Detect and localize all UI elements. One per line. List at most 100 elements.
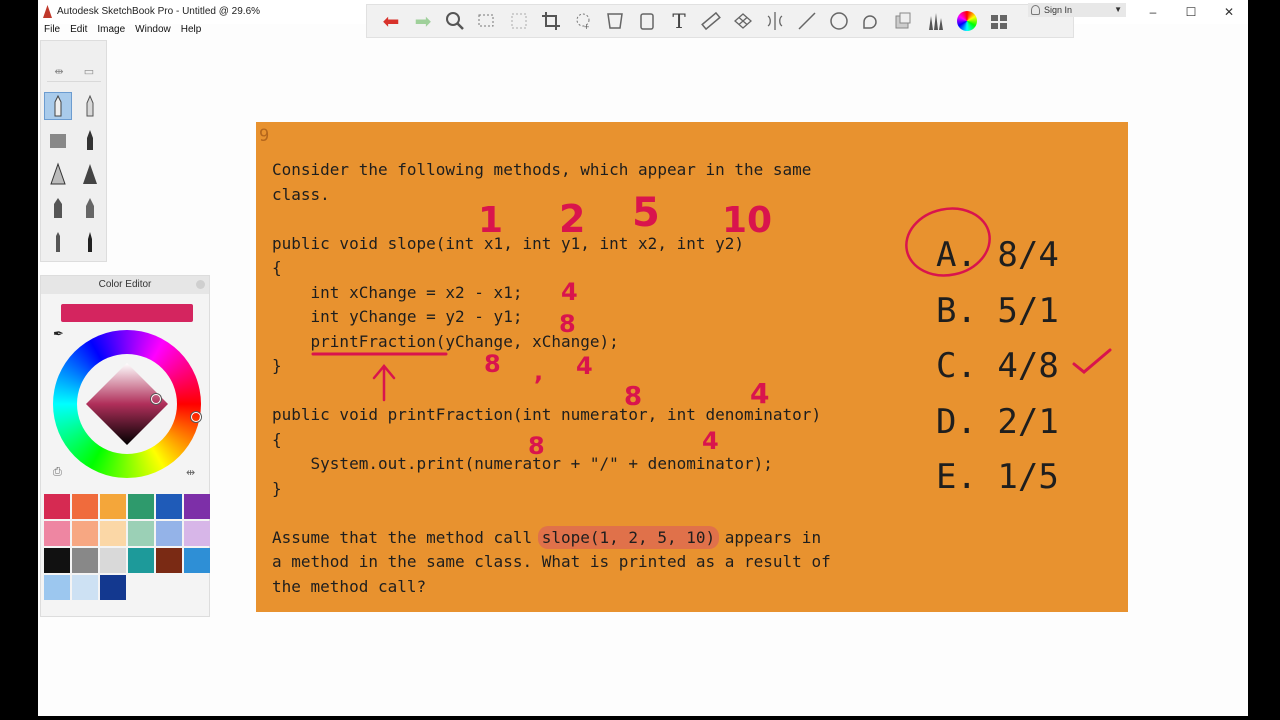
minimize-button[interactable]: – xyxy=(1134,0,1172,24)
color-wheel[interactable] xyxy=(53,330,201,478)
canvas-image[interactable]: 9 Consider the following methods, which … xyxy=(256,122,1128,612)
color-swatch[interactable] xyxy=(72,494,98,519)
answer-value: 2/1 xyxy=(997,401,1059,442)
color-swatch[interactable] xyxy=(72,548,98,573)
color-swatches xyxy=(44,494,210,600)
brush-library-icon[interactable] xyxy=(923,9,947,33)
sign-in-dropdown[interactable]: Sign In ▼ xyxy=(1028,3,1126,17)
crop-icon[interactable] xyxy=(539,9,563,33)
bucket-icon[interactable] xyxy=(635,9,659,33)
color-swatch[interactable] xyxy=(44,494,70,519)
felt-tip-brush[interactable] xyxy=(76,194,104,222)
color-swatch[interactable] xyxy=(100,494,126,519)
color-swatch[interactable] xyxy=(72,575,98,600)
current-color-swatch[interactable] xyxy=(61,304,193,322)
undo-icon[interactable]: ⬅ xyxy=(379,9,403,33)
color-swatch[interactable] xyxy=(184,548,210,573)
question-line xyxy=(272,379,831,404)
color-swatch[interactable] xyxy=(44,548,70,573)
color-swatch[interactable] xyxy=(156,548,182,573)
answer-value: 5/1 xyxy=(997,290,1059,331)
color-swatch[interactable] xyxy=(128,494,154,519)
maximize-button[interactable]: ☐ xyxy=(1172,0,1210,24)
color-swatch[interactable] xyxy=(44,575,70,600)
answer-value: 4/8 xyxy=(997,346,1059,386)
question-number: 9 xyxy=(259,126,270,146)
color-swatch[interactable] xyxy=(44,521,70,546)
answer-letter: E. xyxy=(936,457,998,497)
color-swatch[interactable] xyxy=(100,548,126,573)
answer-value: 1/5 xyxy=(997,457,1059,497)
question-line: } xyxy=(272,356,282,375)
close-button[interactable]: ✕ xyxy=(1210,0,1248,24)
menu-bar: File Edit Image Window Help xyxy=(38,24,201,38)
marker-brush[interactable] xyxy=(76,92,104,120)
airbrush-brush[interactable] xyxy=(44,126,72,154)
color-swatch[interactable] xyxy=(184,494,210,519)
color-swatch[interactable] xyxy=(128,521,154,546)
lasso-icon[interactable]: + xyxy=(571,9,595,33)
answer-value: 8/4 xyxy=(997,235,1059,275)
window-title: Autodesk SketchBook Pro - Untitled @ 29.… xyxy=(57,6,261,17)
answer-choice: B. 5/1 xyxy=(936,284,1059,340)
svg-text:+: + xyxy=(584,22,589,32)
eyedropper-icon[interactable]: ✒ xyxy=(53,326,64,342)
layer-icon[interactable] xyxy=(891,9,915,33)
brush-pen-brush[interactable] xyxy=(76,228,104,256)
color-swatch[interactable] xyxy=(156,494,182,519)
copic-icon[interactable] xyxy=(987,9,1011,33)
menu-help[interactable]: Help xyxy=(181,24,202,38)
brush-library-toggle-icon[interactable]: ▭ xyxy=(79,65,99,79)
question-line: printFraction(yChange, xChange); xyxy=(272,331,619,351)
color-swatch[interactable] xyxy=(72,521,98,546)
answer-choice: C. 4/8 xyxy=(936,339,1059,395)
app-logo-icon xyxy=(43,5,52,18)
menu-file[interactable]: File xyxy=(44,24,60,38)
perspective-icon[interactable] xyxy=(603,9,627,33)
color-swatch[interactable] xyxy=(100,575,126,600)
color-editor-panel: Color Editor ✒ ⎙ ⇹ xyxy=(40,275,210,617)
brush-settings-icon[interactable]: ⇹ xyxy=(49,65,69,79)
select-icon[interactable] xyxy=(475,9,499,33)
zoom-icon[interactable] xyxy=(443,9,467,33)
color-swatch[interactable] xyxy=(156,521,182,546)
menu-window[interactable]: Window xyxy=(135,24,171,38)
color-editor-title: Color Editor xyxy=(41,276,209,294)
color-swatch[interactable] xyxy=(100,521,126,546)
ink-pen-brush[interactable] xyxy=(76,126,104,154)
color-swatch[interactable] xyxy=(128,548,154,573)
question-line: System.out.print(numerator + "/" + denom… xyxy=(272,454,773,473)
redo-icon[interactable]: ➡ xyxy=(411,9,435,33)
main-toolbar: ⬅ ➡ + T xyxy=(366,4,1074,38)
question-line: Consider the following methods, which ap… xyxy=(272,160,812,179)
text-icon[interactable]: T xyxy=(667,9,691,33)
ruler-icon[interactable] xyxy=(699,9,723,33)
answer-letter: B. xyxy=(936,290,998,331)
color-mode-icon[interactable]: ⎙ xyxy=(53,466,62,479)
chevron-down-icon: ▼ xyxy=(1114,5,1122,14)
technical-pen-brush[interactable] xyxy=(44,160,72,188)
color-swatch[interactable] xyxy=(184,521,210,546)
menu-edit[interactable]: Edit xyxy=(70,24,87,38)
hue-pointer[interactable] xyxy=(191,412,201,422)
close-icon[interactable] xyxy=(196,280,205,289)
chisel-brush[interactable] xyxy=(44,194,72,222)
symmetry-icon[interactable] xyxy=(763,9,787,33)
question-line: Assume that the method call slope(1, 2, … xyxy=(272,525,822,549)
color-pointer[interactable] xyxy=(151,394,161,404)
color-settings-icon[interactable]: ⇹ xyxy=(186,466,195,479)
question-text: Consider the following methods, which ap… xyxy=(272,158,831,599)
grid-icon[interactable] xyxy=(731,9,755,33)
menu-image[interactable]: Image xyxy=(97,24,125,38)
answer-letter: D. xyxy=(936,401,998,442)
brush-palette: ⇹ ▭ xyxy=(40,40,107,262)
ellipse-icon[interactable] xyxy=(827,9,851,33)
color-wheel-icon[interactable] xyxy=(955,9,979,33)
fine-pen-brush[interactable] xyxy=(44,228,72,256)
stroke-icon[interactable] xyxy=(795,9,819,33)
pencil-brush[interactable] xyxy=(44,92,72,120)
french-curve-icon[interactable] xyxy=(859,9,883,33)
transform-icon[interactable] xyxy=(507,9,531,33)
fountain-pen-brush[interactable] xyxy=(76,160,104,188)
sign-in-label: Sign In xyxy=(1044,5,1073,15)
